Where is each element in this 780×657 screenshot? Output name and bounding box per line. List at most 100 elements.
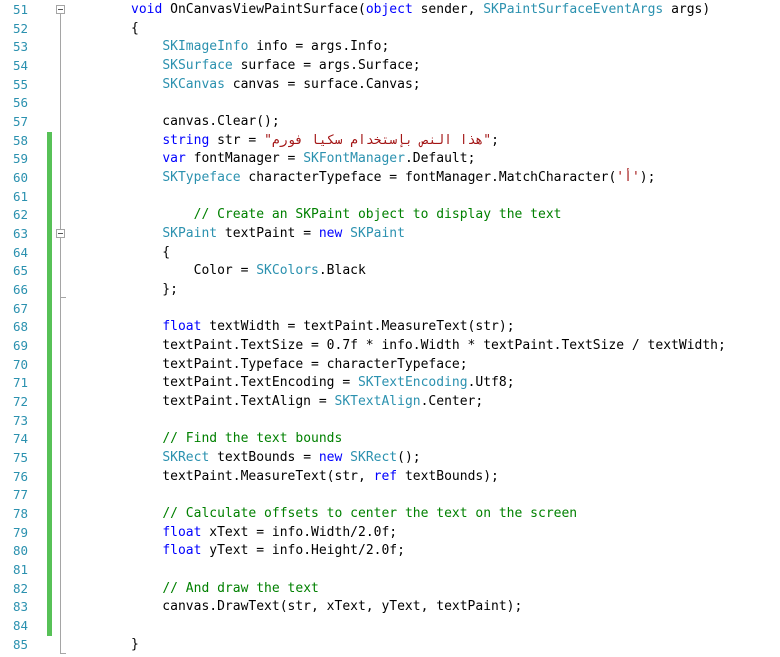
code-text: SKImageInfo info = args.Info; <box>131 38 389 57</box>
type-token: SKRect <box>162 450 210 466</box>
code-line[interactable]: 75 SKRect textBounds = new SKRect(); <box>0 449 780 468</box>
code-line[interactable]: 53 SKImageInfo info = args.Info; <box>0 38 780 57</box>
code-line[interactable]: 81 <box>0 561 780 580</box>
code-line[interactable]: 68 float textWidth = textPaint.MeasureTe… <box>0 318 780 338</box>
change-indicator <box>47 299 52 319</box>
comment-token: // Create an SKPaint object to display t… <box>193 207 562 223</box>
code-line[interactable]: 67 <box>0 299 780 319</box>
code-line[interactable]: 60 SKTypeface characterTypeface = fontMa… <box>0 169 780 188</box>
code-token: } <box>131 636 139 652</box>
code-text: canvas.Clear(); <box>131 113 280 132</box>
type-token: SKImageInfo <box>162 39 249 55</box>
keyword-token: float <box>162 524 202 540</box>
line-number: 83 <box>12 599 28 615</box>
code-line[interactable]: 55 SKCanvas canvas = surface.Canvas; <box>0 76 780 95</box>
line-number: 65 <box>12 263 28 279</box>
code-line[interactable]: 59 var fontManager = SKFontManager.Defau… <box>0 150 780 170</box>
type-token: SKColors <box>256 263 319 279</box>
code-text: SKCanvas canvas = surface.Canvas; <box>131 76 420 95</box>
change-indicator <box>47 486 52 506</box>
line-number: 73 <box>12 412 28 428</box>
code-line[interactable]: 73 <box>0 411 780 431</box>
code-token: textPaint.TextAlign = <box>131 394 335 410</box>
code-line[interactable]: 69 textPaint.TextSize = 0.7f * info.Widt… <box>0 337 780 356</box>
collapse-icon[interactable] <box>56 5 65 14</box>
code-line[interactable]: 83 canvas.DrawText(str, xText, yText, te… <box>0 598 780 618</box>
code-line[interactable]: 63 SKPaint textPaint = new SKPaint <box>0 225 780 244</box>
line-number: 55 <box>12 76 28 92</box>
change-indicator <box>47 243 52 263</box>
code-line[interactable]: 84 <box>0 617 780 636</box>
code-token: textPaint.TextSize = 0.7f * info.Width *… <box>131 338 726 354</box>
code-line[interactable]: 74 // Find the text bounds <box>0 430 780 450</box>
code-line[interactable]: 80 float yText = info.Height/2.0f; <box>0 542 780 562</box>
line-number: 78 <box>12 506 28 522</box>
code-line[interactable]: 56 <box>0 94 780 113</box>
code-line[interactable]: 61 <box>0 187 780 207</box>
type-token: SKPaint <box>162 226 218 242</box>
code-text: }; <box>131 281 178 300</box>
code-line[interactable]: 51 void OnCanvasViewPaintSurface(object s… <box>0 1 780 20</box>
code-token: canvas.Clear(); <box>131 114 280 130</box>
change-indicator <box>47 262 52 282</box>
code-text: string str = "هذا النص بإستخدام سكيا فور… <box>131 132 499 151</box>
line-number: 64 <box>12 244 28 260</box>
code-text: textPaint.TextEncoding = SKTextEncoding.… <box>131 374 514 393</box>
change-indicator <box>47 374 52 394</box>
code-line[interactable]: 52 { <box>0 20 780 39</box>
change-indicator <box>47 187 52 207</box>
line-number: 85 <box>12 636 28 652</box>
code-line[interactable]: 64 { <box>0 243 780 263</box>
code-line[interactable]: 70 textPaint.Typeface = characterTypefac… <box>0 355 780 375</box>
line-number: 63 <box>12 226 28 242</box>
keyword-token: new <box>318 450 343 466</box>
code-line[interactable]: 57 canvas.Clear(); <box>0 113 780 132</box>
code-token: textBounds); <box>397 468 499 484</box>
code-editor[interactable]: 51 void OnCanvasViewPaintSurface(object s… <box>0 0 780 657</box>
code-line[interactable]: 58 string str = "هذا النص بإستخدام سكيا … <box>0 131 780 151</box>
code-text: { <box>131 20 139 39</box>
change-indicator <box>47 355 52 375</box>
line-number: 74 <box>12 431 28 447</box>
change-indicator <box>47 505 52 524</box>
code-text: float yText = info.Height/2.0f; <box>131 542 405 561</box>
code-text: // Create an SKPaint object to display t… <box>131 206 562 225</box>
code-line[interactable]: 66 }; <box>0 281 780 300</box>
code-text: Color = SKColors.Black <box>131 262 366 281</box>
code-line[interactable]: 76 textPaint.MeasureText(str, ref textBo… <box>0 467 780 487</box>
change-indicator <box>47 206 52 226</box>
code-text: var fontManager = SKFontManager.Default; <box>131 150 475 169</box>
code-line[interactable]: 72 textPaint.TextAlign = SKTextAlign.Cen… <box>0 393 780 412</box>
code-token: sender, <box>412 2 484 17</box>
code-line[interactable]: 82 // And draw the text <box>0 579 780 599</box>
code-token: fontManager = <box>185 151 304 167</box>
code-line[interactable]: 79 float xText = info.Width/2.0f; <box>0 523 780 543</box>
collapse-icon[interactable] <box>56 229 65 239</box>
code-token: .Default; <box>404 151 476 167</box>
code-line[interactable]: 71 textPaint.TextEncoding = SKTextEncodi… <box>0 374 780 394</box>
line-number: 70 <box>12 356 28 372</box>
keyword-token: void <box>131 2 163 17</box>
code-token: str = <box>209 132 265 148</box>
code-text: float textWidth = textPaint.MeasureText(… <box>131 318 515 337</box>
code-line[interactable]: 65 Color = SKColors.Black <box>0 262 780 282</box>
code-line[interactable]: 62 // Create an SKPaint object to displa… <box>0 206 780 226</box>
code-line[interactable]: 85} <box>0 636 780 655</box>
code-text: textPaint.TextSize = 0.7f * info.Width *… <box>131 337 726 356</box>
line-number: 77 <box>12 487 28 503</box>
code-line[interactable]: 78 // Calculate offsets to center the te… <box>0 505 780 524</box>
code-line[interactable]: 77 <box>0 486 780 506</box>
code-token: textWidth = textPaint.MeasureText(str); <box>201 319 515 335</box>
type-token: SKFontManager <box>303 151 405 167</box>
code-line[interactable]: 54 SKSurface surface = args.Surface; <box>0 57 780 76</box>
